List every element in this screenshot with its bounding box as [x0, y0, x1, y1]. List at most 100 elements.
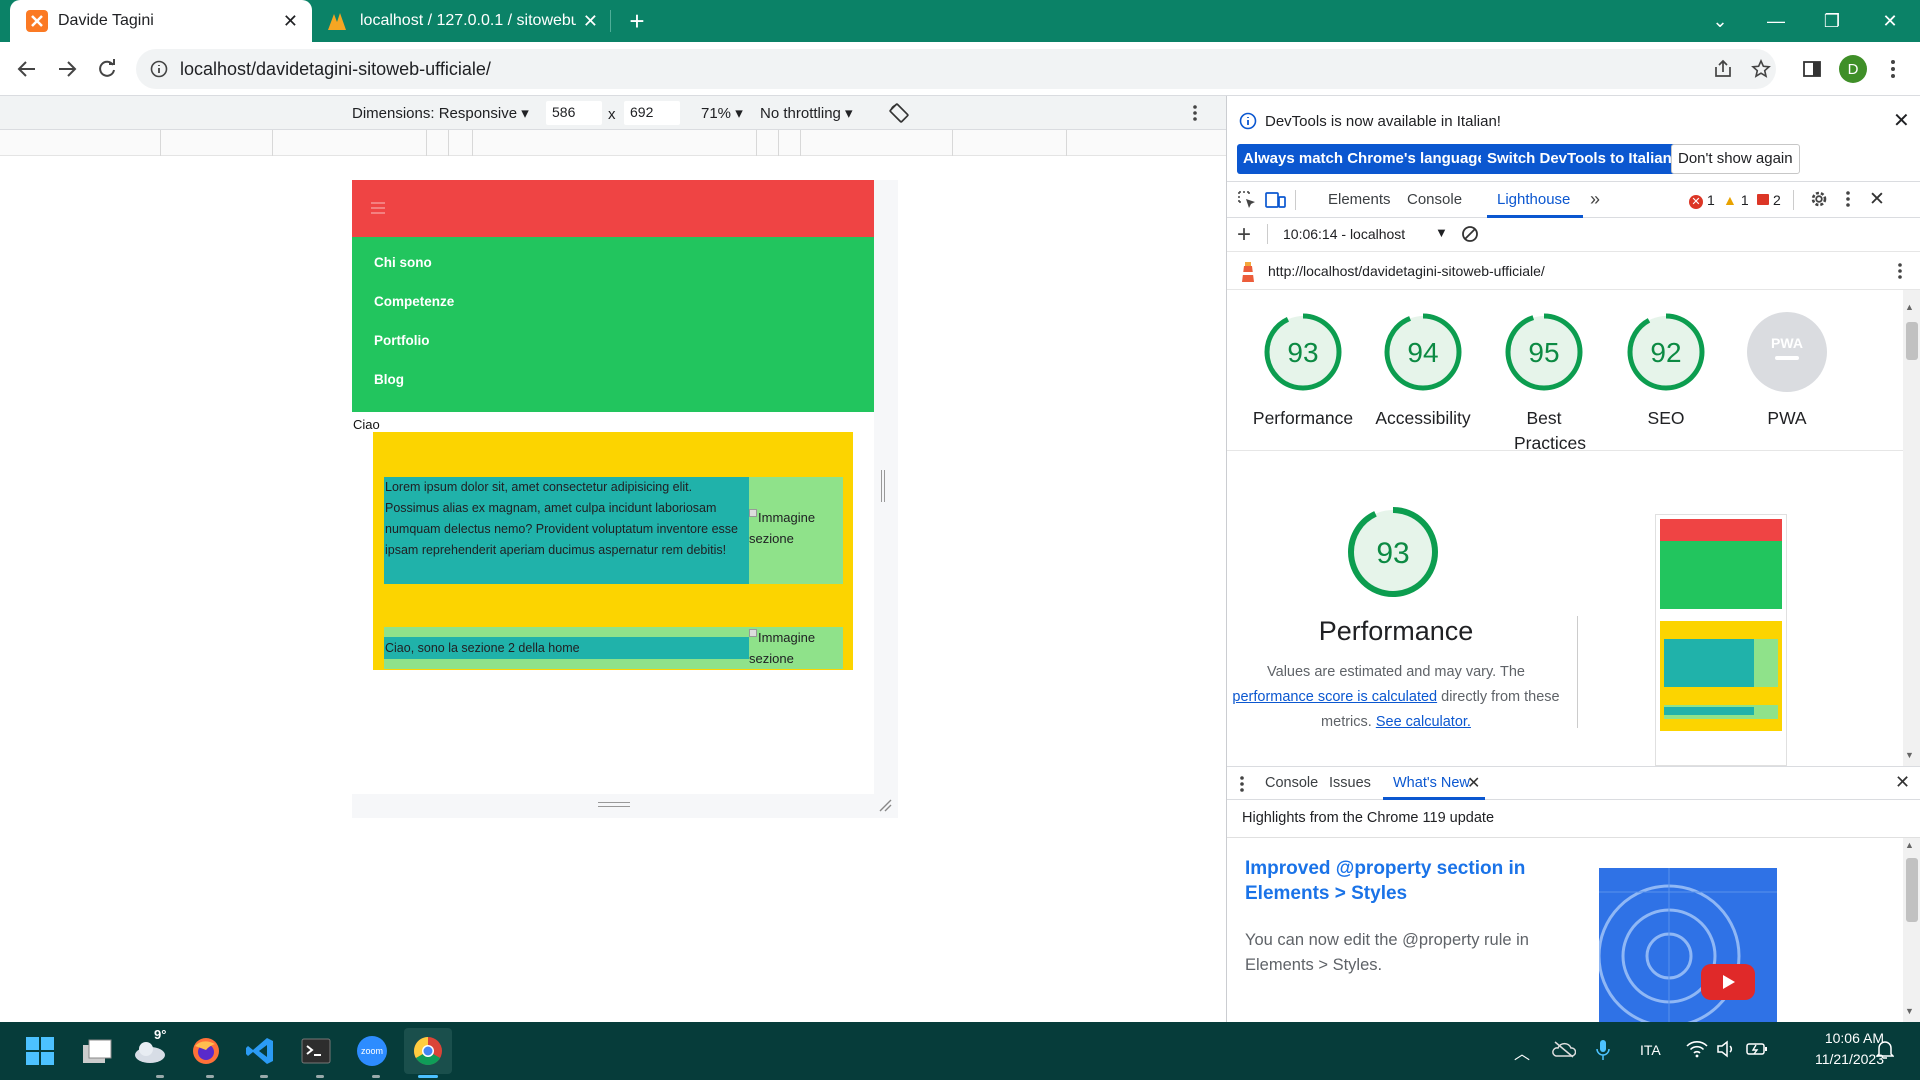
height-input[interactable]: 692 — [624, 101, 680, 125]
width-input[interactable]: 586 — [546, 101, 602, 125]
devtools-menu-icon[interactable] — [1845, 190, 1851, 208]
drawer-menu-icon[interactable] — [1239, 775, 1245, 793]
terminal-app[interactable] — [296, 1031, 336, 1071]
share-icon[interactable] — [1706, 52, 1740, 86]
clock-time[interactable]: 10:06 AM — [1794, 1030, 1884, 1046]
youtube-play-icon[interactable] — [1701, 964, 1755, 1000]
microphone-icon[interactable] — [1596, 1039, 1610, 1061]
inspect-element-icon[interactable] — [1237, 190, 1257, 210]
tray-overflow-icon[interactable]: ︿ — [1514, 1040, 1530, 1064]
drawer-tab-console[interactable]: Console — [1265, 775, 1318, 791]
always-match-language-button[interactable]: Always match Chrome's language — [1237, 144, 1492, 174]
tab-lighthouse[interactable]: Lighthouse — [1497, 191, 1570, 208]
back-button[interactable] — [10, 52, 44, 86]
nav-link-portfolio[interactable]: Portfolio — [374, 333, 430, 348]
switch-to-italian-button[interactable]: Switch DevTools to Italian — [1481, 144, 1678, 174]
drawer-scrollbar[interactable]: ▲ ▼ — [1903, 838, 1920, 1022]
score-gauge-seo[interactable]: 92 SEO — [1606, 310, 1726, 431]
article-text: You can now edit the @property rule in E… — [1245, 931, 1529, 974]
url-text[interactable]: localhost/davidetagini-sitoweb-ufficiale… — [180, 59, 491, 80]
notification-bell-icon[interactable] — [1876, 1040, 1894, 1060]
device-toolbar-menu-icon[interactable] — [1192, 104, 1198, 122]
device-toggle-icon[interactable] — [1265, 190, 1287, 210]
start-button[interactable] — [20, 1031, 60, 1071]
task-view-button[interactable] — [77, 1031, 117, 1071]
address-bar[interactable]: localhost/davidetagini-sitoweb-ufficiale… — [136, 49, 1776, 89]
score-gauge-pwa[interactable]: PWA PWA — [1727, 310, 1847, 431]
warning-count[interactable]: ▲ 1 — [1723, 192, 1749, 208]
resize-handle-bottom[interactable] — [598, 802, 630, 807]
rotate-icon[interactable] — [888, 102, 910, 124]
infobar-close-icon[interactable]: ✕ — [1893, 108, 1910, 133]
scrollbar-thumb[interactable] — [1906, 858, 1918, 922]
tab-phpmyadmin[interactable]: localhost / 127.0.0.1 / sitowebuf ✕ — [318, 0, 608, 42]
dont-show-again-button[interactable]: Don't show again — [1671, 144, 1800, 174]
score-gauge-accessibility[interactable]: 94 Accessibility — [1363, 310, 1483, 431]
battery-icon[interactable] — [1746, 1040, 1768, 1058]
forward-button[interactable] — [50, 52, 84, 86]
bookmark-star-icon[interactable] — [1744, 52, 1778, 86]
zoom-dropdown[interactable]: 71% ▾ — [701, 104, 743, 122]
throttling-dropdown[interactable]: No throttling ▾ — [760, 104, 853, 122]
report-select-arrow-icon[interactable]: ▼ — [1435, 225, 1448, 240]
performance-score-link[interactable]: performance score is calculated — [1232, 689, 1437, 705]
hamburger-icon[interactable] — [370, 202, 386, 214]
resize-handle-right[interactable] — [881, 470, 885, 502]
tab-davide-tagini[interactable]: Davide Tagini ✕ — [10, 0, 312, 42]
settings-gear-icon[interactable] — [1809, 189, 1829, 209]
side-panel-icon[interactable] — [1795, 52, 1829, 86]
vscode-app[interactable] — [240, 1031, 280, 1071]
report-menu-icon[interactable] — [1897, 262, 1903, 280]
close-whats-new-icon[interactable]: ✕ — [1467, 773, 1480, 793]
report-scrollbar[interactable]: ▲ ▼ — [1903, 290, 1920, 766]
profile-avatar[interactable]: D — [1839, 55, 1867, 83]
nav-link-chi-sono[interactable]: Chi sono — [374, 255, 432, 270]
nav-link-blog[interactable]: Blog — [374, 372, 404, 387]
xampp-favicon-icon — [26, 10, 48, 32]
scrollbar-thumb[interactable] — [1906, 322, 1918, 360]
nav-link-competenze[interactable]: Competenze — [374, 294, 454, 309]
clear-reports-icon[interactable] — [1461, 225, 1479, 243]
tab-close-icon[interactable]: ✕ — [283, 11, 298, 32]
tab-close-icon[interactable]: ✕ — [583, 11, 598, 32]
error-count[interactable]: ✕ 1 — [1689, 192, 1715, 209]
new-tab-button[interactable]: + — [620, 4, 654, 38]
drawer-tab-issues[interactable]: Issues — [1329, 775, 1371, 791]
onedrive-icon[interactable] — [1552, 1040, 1576, 1058]
chrome-menu-icon[interactable] — [1876, 52, 1910, 86]
site-info-icon[interactable] — [150, 60, 168, 78]
close-window-button[interactable]: ✕ — [1862, 0, 1918, 42]
resize-corner-icon[interactable] — [878, 798, 892, 812]
tab-search-button[interactable]: ⌄ — [1692, 0, 1748, 42]
issues-count[interactable]: 2 — [1757, 192, 1781, 208]
dimensions-dropdown[interactable]: Dimensions: Responsive ▾ — [352, 104, 529, 122]
lighthouse-url[interactable]: http://localhost/davidetagini-sitoweb-uf… — [1268, 263, 1545, 279]
chrome-app[interactable] — [404, 1028, 452, 1074]
close-drawer-icon[interactable]: ✕ — [1895, 772, 1910, 793]
greeting-text: Ciao — [353, 417, 380, 432]
more-tabs-icon[interactable]: » — [1590, 189, 1600, 210]
lighthouse-toolbar: + 10:06:14 - localhost ▼ — [1227, 218, 1920, 252]
restore-button[interactable]: ❐ — [1804, 0, 1860, 42]
volume-icon[interactable] — [1716, 1040, 1736, 1058]
firefox-app[interactable] — [186, 1031, 226, 1071]
zoom-app[interactable]: zoom — [352, 1031, 392, 1071]
weather-widget[interactable]: 9° — [130, 1027, 170, 1071]
see-calculator-link[interactable]: See calculator. — [1376, 714, 1471, 730]
input-language[interactable]: ITA — [1640, 1042, 1661, 1058]
article-title-link[interactable]: Improved @property section in Elements >… — [1245, 856, 1545, 906]
close-devtools-icon[interactable]: ✕ — [1869, 188, 1885, 211]
reload-button[interactable] — [90, 52, 124, 86]
page-screenshot-thumbnail[interactable] — [1655, 514, 1787, 766]
article-video-thumbnail[interactable] — [1599, 868, 1777, 1022]
score-gauge-performance[interactable]: 93 Performance — [1243, 310, 1363, 431]
minimize-button[interactable]: — — [1748, 0, 1804, 42]
report-select[interactable]: 10:06:14 - localhost — [1283, 226, 1405, 242]
clock-date[interactable]: 11/21/2023 — [1784, 1051, 1884, 1067]
new-report-icon[interactable]: + — [1237, 221, 1251, 249]
tab-console[interactable]: Console — [1407, 191, 1462, 208]
tab-elements[interactable]: Elements — [1328, 191, 1391, 208]
drawer-tab-whats-new[interactable]: What's New — [1393, 775, 1470, 791]
score-gauge-best-practices[interactable]: 95 Best Practices — [1484, 310, 1604, 456]
wifi-icon[interactable] — [1686, 1040, 1708, 1058]
